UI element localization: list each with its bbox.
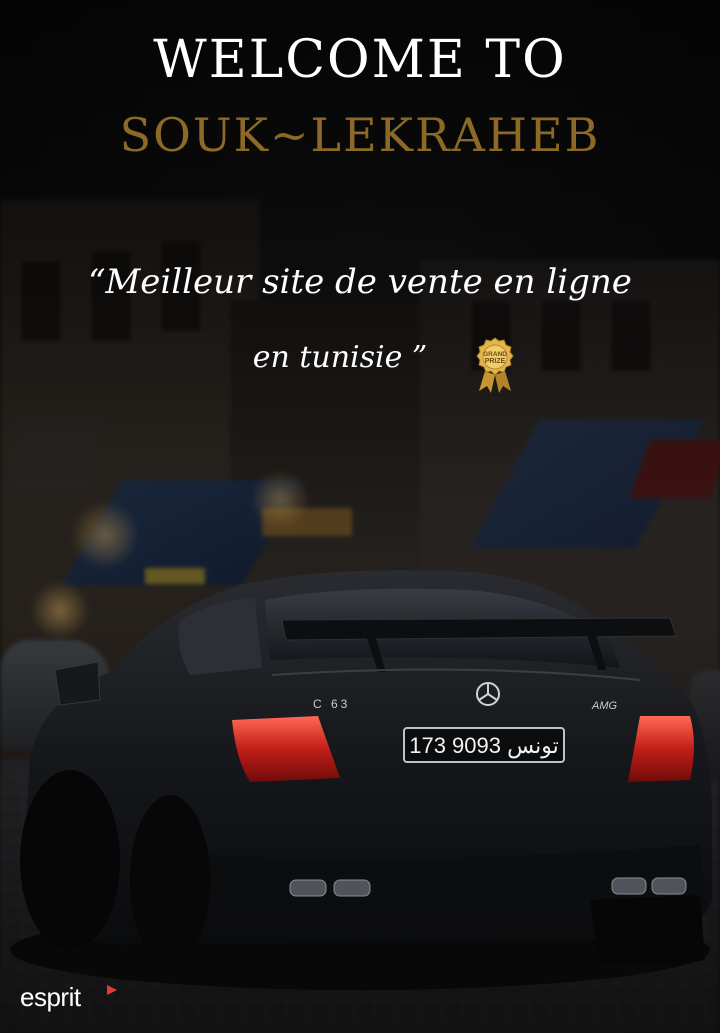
logo-mark-icon bbox=[107, 985, 117, 995]
tagline-line-2-wrap: en tunisie ” bbox=[0, 340, 720, 375]
wheel-right bbox=[590, 895, 705, 966]
side-mirror bbox=[54, 661, 101, 706]
tagline-line-2: en tunisie ” bbox=[252, 340, 428, 375]
amg-badge: AMG bbox=[591, 700, 618, 712]
brand-title: SOUK~LEKRAHEB bbox=[119, 108, 601, 162]
welcome-title: WELCOME TO bbox=[153, 30, 567, 90]
exhaust-tip bbox=[651, 877, 687, 895]
badge-text: GRAND bbox=[483, 351, 507, 358]
exhaust-tip bbox=[289, 879, 327, 897]
esprit-logo: esprit bbox=[20, 982, 81, 1012]
model-badge: C 63 bbox=[313, 697, 350, 711]
license-plate-text: 173 تونس 9093 bbox=[409, 733, 559, 759]
wheel-left-rear bbox=[130, 795, 210, 965]
tagline-line-1: “Meilleur site de vente en ligne bbox=[88, 262, 632, 302]
wheel-left bbox=[20, 770, 120, 950]
award-medal-icon: GRAND PRIZE bbox=[476, 337, 514, 393]
exhaust-tip bbox=[611, 877, 647, 895]
rear-spoiler bbox=[281, 617, 677, 641]
hero-screen: C 63 AMG 173 تونس 9093 WELCOME TO SOUK~L… bbox=[0, 0, 720, 1033]
exhaust-tip bbox=[333, 879, 371, 897]
badge-text: PRIZE bbox=[485, 358, 506, 365]
